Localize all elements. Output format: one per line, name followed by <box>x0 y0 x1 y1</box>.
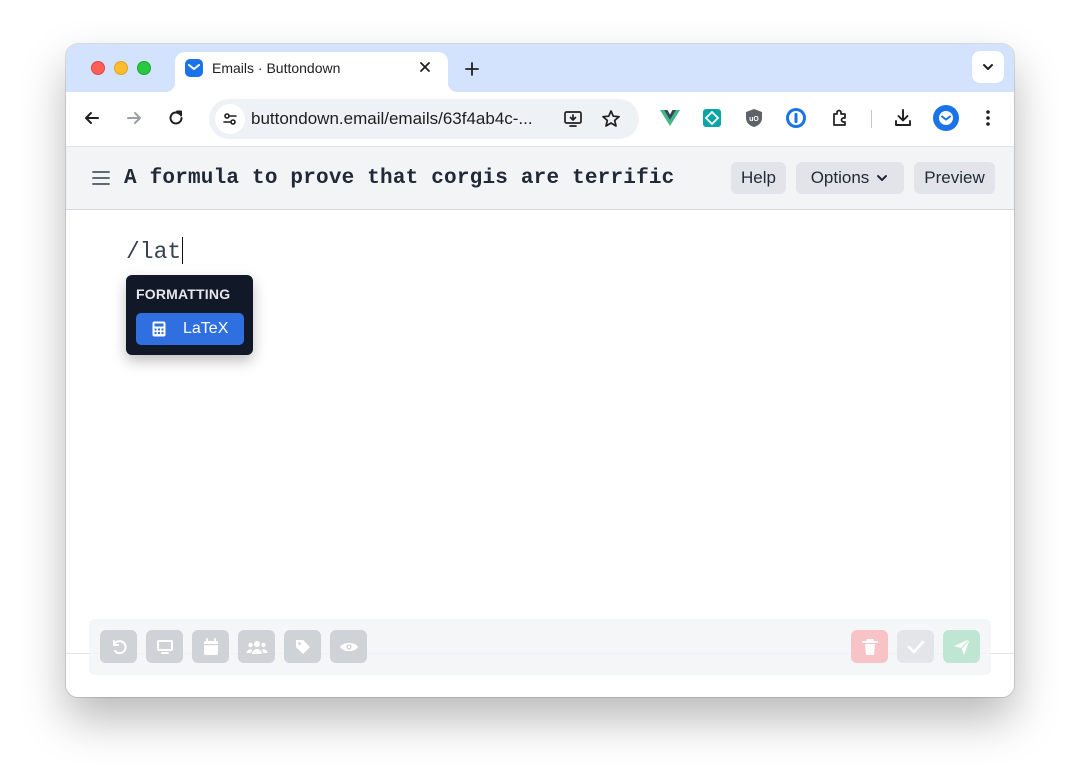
options-button-label: Options <box>810 168 870 187</box>
vue-devtools-icon[interactable] <box>658 106 682 130</box>
close-window-button[interactable] <box>91 61 105 75</box>
reload-icon <box>169 110 183 125</box>
email-subject[interactable]: A formula to prove that corgis are terri… <box>124 166 675 192</box>
visibility-button[interactable] <box>330 630 367 663</box>
trash-icon <box>861 638 878 655</box>
tab-strip: Emails · Buttondown <box>66 44 1014 92</box>
browser-toolbar: buttondown.email/emails/63f4ab4c-... uO <box>66 92 1014 147</box>
eye-icon <box>339 642 358 651</box>
tab-search-button[interactable] <box>972 51 1004 83</box>
tab-close-icon[interactable] <box>414 56 436 78</box>
delete-button[interactable] <box>851 630 888 663</box>
preview-button-label: Preview <box>924 168 985 187</box>
email-action-bar <box>89 619 991 675</box>
slash-command-menu: FORMATTING LaTeX <box>126 275 253 355</box>
chevron-down-icon <box>983 64 993 70</box>
extensions-puzzle-icon[interactable] <box>828 106 852 130</box>
teal-extension-icon[interactable] <box>700 106 724 130</box>
users-icon <box>246 640 267 654</box>
browser-menu-icon[interactable] <box>976 106 1000 130</box>
bookmark-star-icon[interactable] <box>599 107 623 131</box>
tags-button[interactable] <box>284 630 321 663</box>
draft-line[interactable]: /lat <box>126 237 184 266</box>
monitor-icon <box>156 639 173 654</box>
address-bar[interactable]: buttondown.email/emails/63f4ab4c-... <box>209 99 639 139</box>
buttondown-favicon-icon <box>185 59 203 77</box>
tag-icon <box>295 639 310 654</box>
back-button[interactable] <box>80 106 104 130</box>
1password-icon[interactable] <box>784 106 808 130</box>
chevron-down-icon <box>877 175 888 181</box>
fullscreen-window-button[interactable] <box>137 61 151 75</box>
arrow-left-icon <box>85 112 99 124</box>
help-button-label: Help <box>741 168 776 187</box>
email-header: A formula to prove that corgis are terri… <box>66 147 1014 210</box>
save-draft-button[interactable] <box>897 630 934 663</box>
slash-menu-item-label: LaTeX <box>183 320 229 337</box>
slash-menu-item-latex[interactable]: LaTeX <box>136 313 244 345</box>
slash-menu-section-heading: FORMATTING <box>136 286 231 302</box>
url-text: buttondown.email/emails/63f4ab4c-... <box>251 109 533 128</box>
site-settings-icon[interactable] <box>215 104 245 134</box>
calculator-icon <box>150 320 168 338</box>
options-button[interactable]: Options <box>796 162 904 194</box>
new-tab-button[interactable] <box>460 57 484 81</box>
downloads-icon[interactable] <box>891 106 915 130</box>
send-icon <box>953 638 970 655</box>
toolbar-separator <box>871 110 872 128</box>
svg-text:uO: uO <box>749 116 759 123</box>
email-body-editor[interactable]: /lat FORMATTING LaTeX <box>66 210 1014 697</box>
install-app-icon[interactable] <box>561 107 585 131</box>
audience-button[interactable] <box>238 630 275 663</box>
draft-text: /lat <box>126 239 182 265</box>
schedule-button[interactable] <box>192 630 229 663</box>
check-icon <box>907 640 924 653</box>
forward-button[interactable] <box>122 106 146 130</box>
minimize-window-button[interactable] <box>114 61 128 75</box>
browser-window: Emails · Buttondown buttondown.email/ema <box>66 44 1014 697</box>
undo-button[interactable] <box>100 630 137 663</box>
arrow-right-icon <box>127 112 141 124</box>
profile-avatar-icon[interactable] <box>933 105 959 131</box>
menu-icon[interactable] <box>91 168 111 188</box>
help-button[interactable]: Help <box>731 162 786 194</box>
preview-button[interactable]: Preview <box>914 162 995 194</box>
ublock-origin-icon[interactable]: uO <box>742 106 766 130</box>
tab-emails-buttondown[interactable]: Emails · Buttondown <box>165 52 458 92</box>
text-caret <box>182 237 184 264</box>
reload-button[interactable] <box>164 106 188 130</box>
tab-title: Emails · Buttondown <box>212 60 341 76</box>
calendar-icon <box>203 637 218 655</box>
send-button[interactable] <box>943 630 980 663</box>
web-preview-button[interactable] <box>146 630 183 663</box>
undo-icon <box>112 639 127 654</box>
